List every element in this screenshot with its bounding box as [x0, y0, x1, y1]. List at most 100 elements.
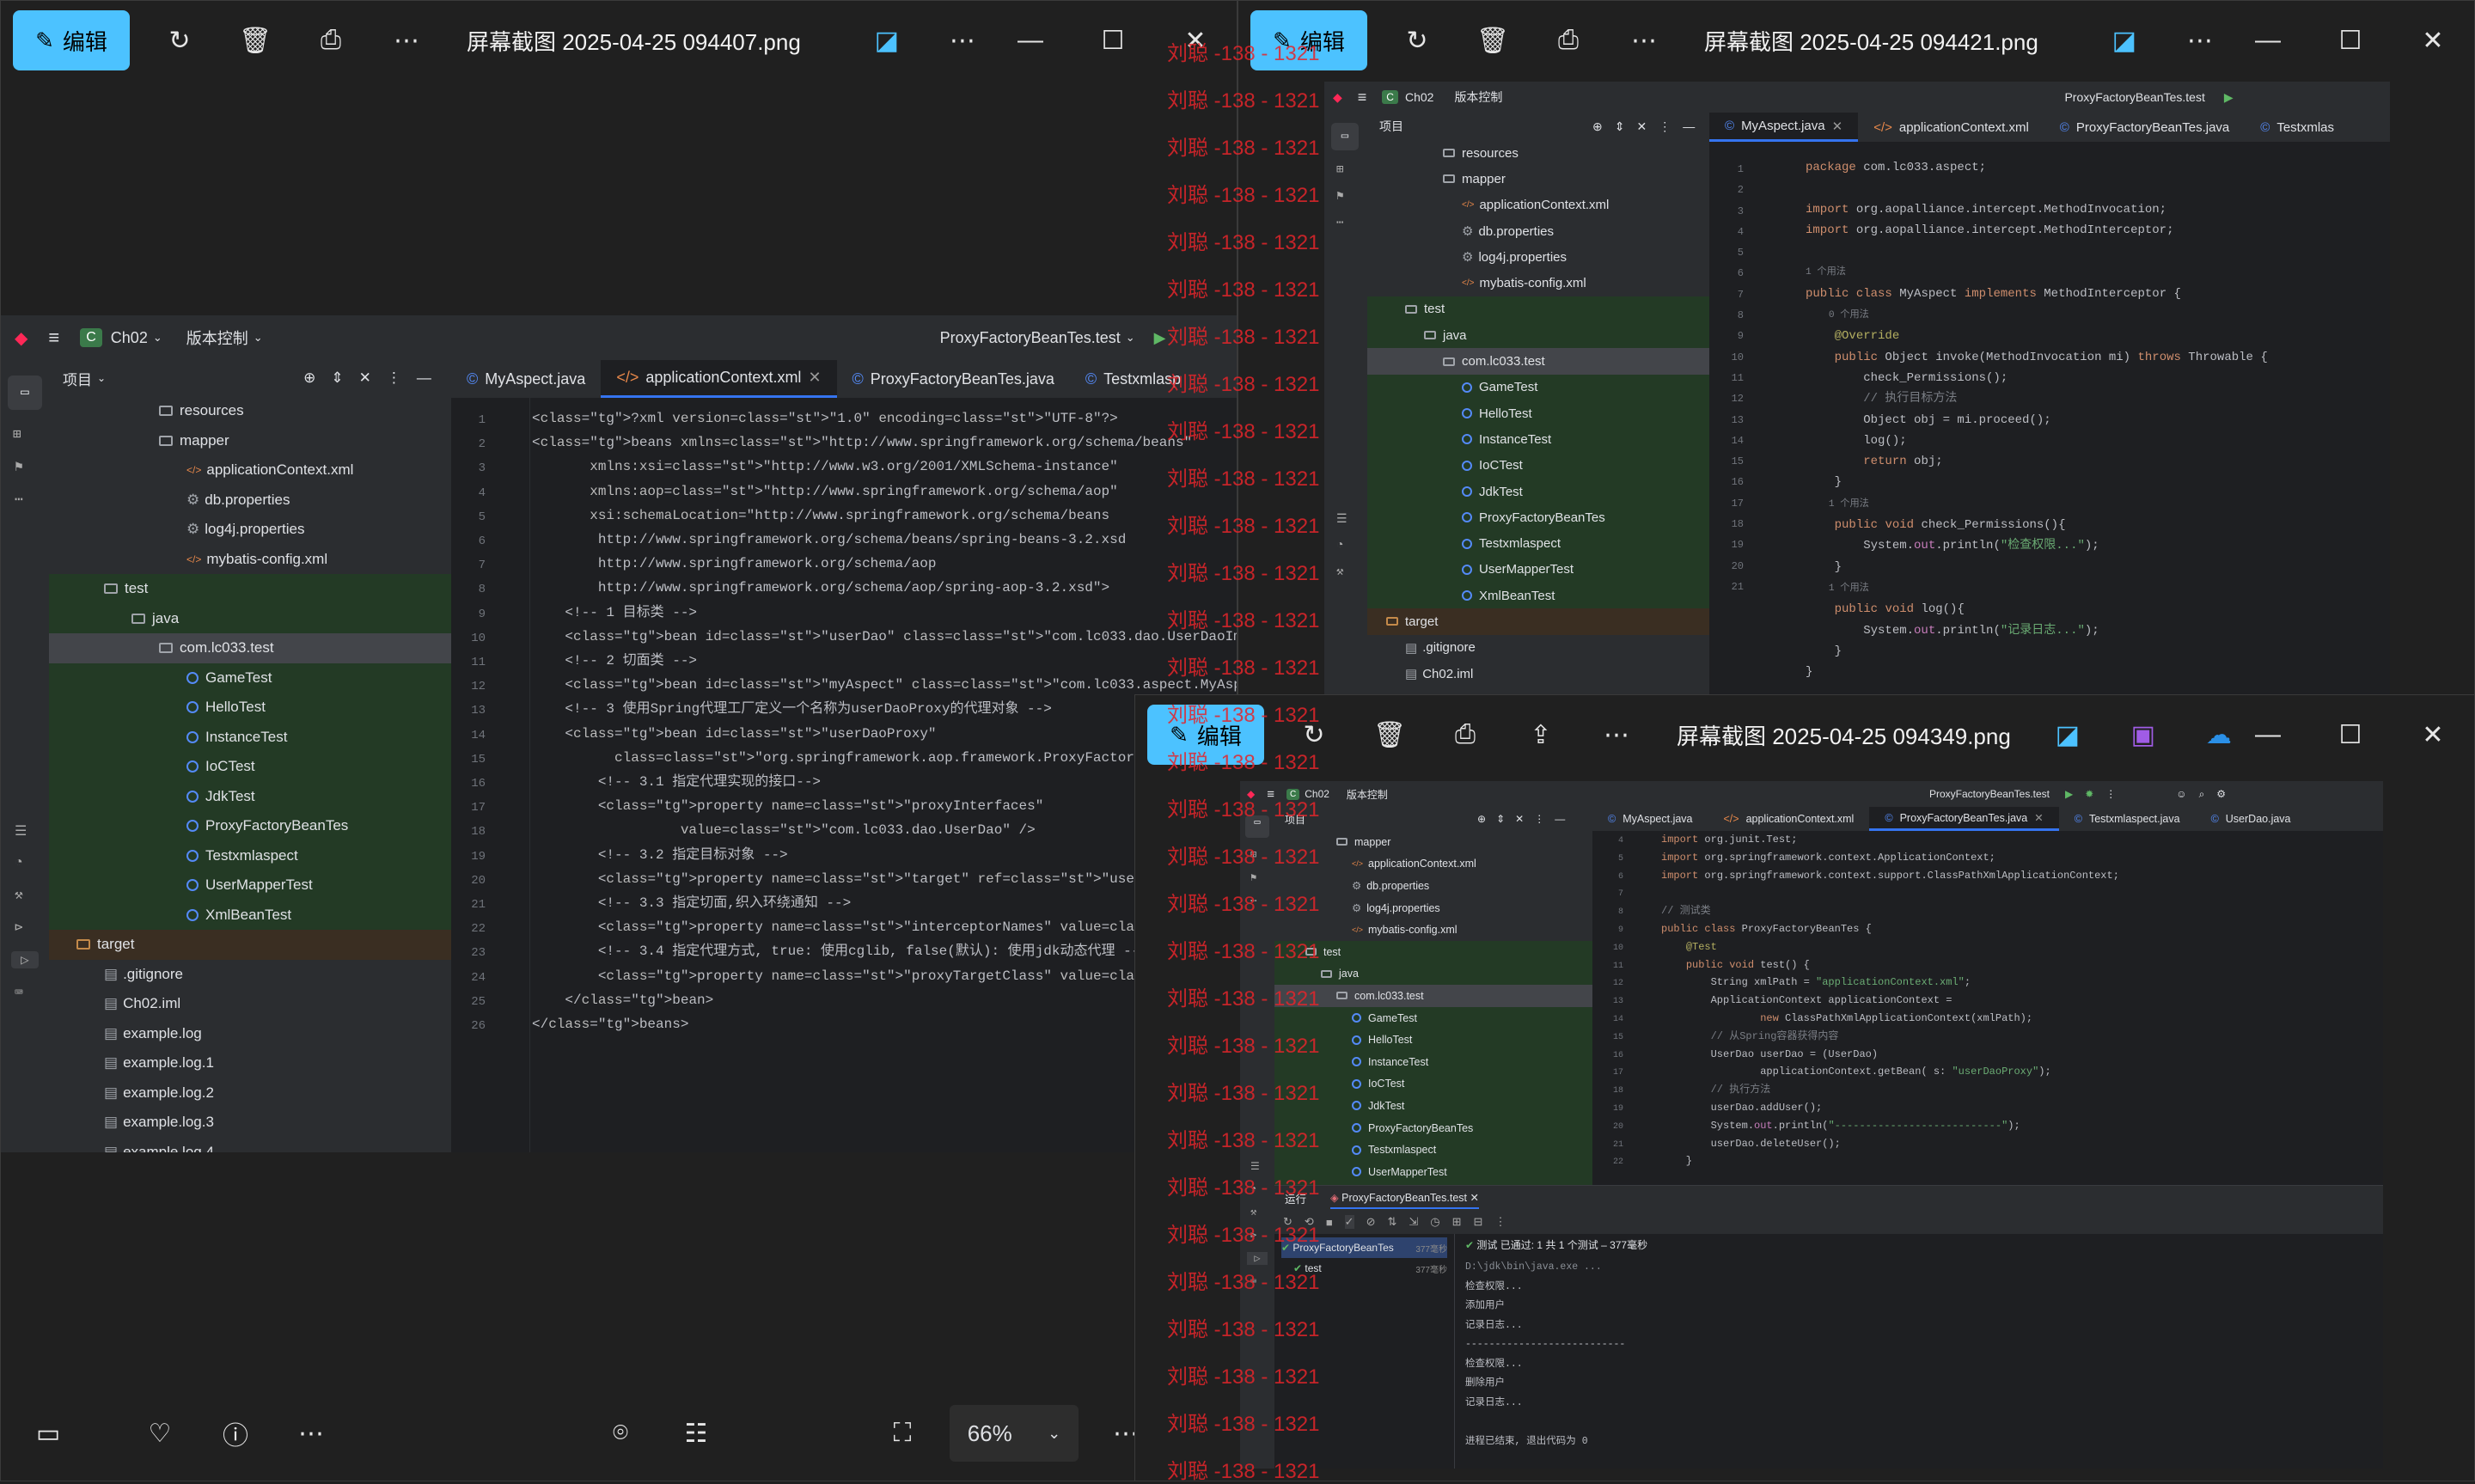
collapse-icon[interactable]: ✕ — [1515, 813, 1524, 825]
code-editor[interactable]: package com.lc033.aspect; import org.aop… — [1806, 157, 2268, 682]
tree-item-ioctest[interactable]: IoCTest — [1367, 452, 1709, 479]
gauge-icon[interactable]: ◔ — [1336, 539, 1355, 553]
tree-item-applicationcontext-xml[interactable]: </> applicationContext.xml — [1274, 853, 1592, 876]
collapse-icon[interactable]: ✕ — [359, 369, 371, 387]
locate-icon[interactable]: ⊕ — [1592, 119, 1603, 134]
close-tab-icon[interactable]: ✕ — [1832, 119, 1843, 134]
maximize-icon[interactable]: ☐ — [1072, 26, 1154, 56]
more-icon[interactable]: ⋯ — [15, 491, 35, 508]
tree-item-proxyfactorybeantes[interactable]: ProxyFactoryBeanTes — [49, 811, 451, 841]
print-icon[interactable]: ⎙ — [1543, 15, 1594, 66]
tree-item-mybatis-config-xml[interactable]: </> mybatis-config.xml — [1274, 919, 1592, 941]
tree-item--gitignore[interactable]: ▤ .gitignore — [49, 960, 451, 990]
minimize-icon[interactable]: — — [2227, 26, 2309, 55]
vcs-menu[interactable]: 版本控制 — [1454, 89, 1502, 106]
bookmark-icon[interactable]: ⚑ — [1336, 189, 1355, 204]
run-tool-icon[interactable]: ▷ — [11, 951, 39, 968]
collapse-icon[interactable]: ✕ — [1636, 119, 1647, 134]
tree-item-ioctest[interactable]: IoCTest — [1274, 1072, 1592, 1096]
designer-icon[interactable]: ◪ — [2042, 709, 2093, 760]
editor-tab[interactable]: </> applicationContext.xml ✕ — [601, 360, 837, 398]
tree-item-target[interactable]: target — [1367, 608, 1709, 635]
bookmark-icon[interactable]: ⚑ — [15, 458, 35, 475]
tree-item-jdktest[interactable]: JdkTest — [49, 781, 451, 811]
close-tab-icon[interactable]: ✕ — [808, 369, 821, 387]
tree-item-log4j-properties[interactable]: ⚙ log4j.properties — [1367, 244, 1709, 270]
locate-icon[interactable]: ⊕ — [303, 369, 315, 387]
code-editor[interactable]: import org.junit.Test; import org.springf… — [1661, 831, 2119, 1170]
tree-item-target[interactable]: target — [49, 930, 451, 960]
tree-item-resources[interactable]: resources — [49, 396, 451, 426]
tree-item-java[interactable]: java — [1274, 962, 1592, 986]
tree-item-ch02-iml[interactable]: ▤ Ch02.iml — [49, 989, 451, 1019]
search-icon[interactable]: ⌕ — [2199, 788, 2205, 801]
run-tab[interactable]: ◈ ProxyFactoryBeanTes.test ✕ — [1330, 1188, 1479, 1209]
designer-icon[interactable]: ◪ — [861, 15, 913, 66]
tree-item-applicationcontext-xml[interactable]: </> applicationContext.xml — [49, 455, 451, 486]
structure-icon[interactable]: ⊞ — [1336, 162, 1355, 177]
gauge-icon[interactable]: ◔ — [15, 855, 35, 870]
delete-icon[interactable]: 🗑 — [229, 15, 281, 66]
tree-item--gitignore[interactable]: ▤ .gitignore — [1367, 635, 1709, 661]
more-icon[interactable]: ⋯ — [1591, 709, 1642, 760]
history-icon[interactable]: ◷ — [1430, 1215, 1439, 1229]
hide-icon[interactable]: — — [1555, 813, 1565, 825]
tree-item-example-log-2[interactable]: ▤ example.log.2 — [49, 1078, 451, 1108]
console-output[interactable]: D:\jdk\bin\java.exe ... 检查权限... 添加用户 记录日志..… — [1465, 1258, 1625, 1451]
run-icon[interactable]: ▶ — [1154, 329, 1166, 347]
minimize-icon[interactable]: — — [989, 26, 1072, 55]
settings-icon[interactable]: ⚙ — [2216, 788, 2226, 800]
options-icon[interactable]: ⋮ — [1659, 119, 1671, 134]
tree-item-java[interactable]: java — [49, 603, 451, 633]
sort-icon[interactable]: ⇅ — [1387, 1215, 1396, 1229]
hide-icon[interactable]: — — [1683, 119, 1695, 133]
expand-icon[interactable]: ⇕ — [1615, 119, 1625, 134]
editor-tab[interactable]: © MyAspect.java ✕ — [1709, 113, 1859, 142]
tree-item-mapper[interactable]: mapper — [49, 426, 451, 456]
tree-item-resources[interactable]: resources — [1367, 140, 1709, 166]
options-icon[interactable]: ⋮ — [1534, 813, 1544, 825]
tree-item-test[interactable]: test — [49, 574, 451, 604]
tree-item-db-properties[interactable]: ⚙ db.properties — [49, 486, 451, 516]
import-icon[interactable]: ⇲ — [1409, 1215, 1418, 1229]
tree-item-jdktest[interactable]: JdkTest — [1367, 478, 1709, 505]
tree-item-usermappertest[interactable]: UserMapperTest — [1367, 556, 1709, 583]
tree-item-example-log[interactable]: ▤example.log — [49, 1019, 451, 1049]
account-icon[interactable]: ☺ — [2176, 788, 2186, 800]
editor-tab[interactable]: © MyAspect.java — [1592, 807, 1708, 831]
tree-item-gametest[interactable]: GameTest — [1274, 1006, 1592, 1029]
delete-icon[interactable]: 🗑 — [1364, 709, 1415, 760]
print-icon[interactable]: ⎙ — [1439, 709, 1491, 760]
maximize-icon[interactable]: ☐ — [2309, 720, 2392, 750]
project-name[interactable]: Ch02 — [1405, 90, 1433, 104]
info-icon[interactable]: ⓘ — [205, 1408, 266, 1459]
tree-item-log4j-properties[interactable]: ⚙ log4j.properties — [1274, 897, 1592, 919]
tree-item-xmlbeantest[interactable]: XmlBeanTest — [49, 900, 451, 930]
rotate-icon[interactable]: ↻ — [154, 15, 205, 66]
tree-item-jdktest[interactable]: JdkTest — [1274, 1095, 1592, 1117]
filmstrip-icon[interactable]: ▭ — [18, 1408, 78, 1459]
expand-icon[interactable]: ⇕ — [1496, 813, 1505, 825]
structure-icon[interactable]: ⊞ — [13, 425, 37, 443]
editor-tab[interactable]: © ProxyFactoryBeanTes.java — [837, 360, 1070, 398]
more-icon[interactable]: ⋮ — [1494, 1215, 1506, 1229]
project-tool-icon[interactable]: ▭ — [8, 376, 42, 410]
expand-all-icon[interactable]: ⊞ — [1452, 1215, 1462, 1229]
close-icon[interactable]: ✕ — [2392, 720, 2474, 750]
project-name[interactable]: Ch02 — [111, 329, 148, 347]
tree-item-instancetest[interactable]: InstanceTest — [1274, 1050, 1592, 1073]
services-icon[interactable]: ⊳ — [15, 919, 35, 936]
print-icon[interactable]: ⎙ — [305, 15, 357, 66]
editor-tab[interactable]: © Testxmlaspect.java — [2059, 807, 2196, 831]
more-icon[interactable]: ⋯ — [281, 1408, 341, 1459]
vcs-menu[interactable]: 版本控制 — [186, 327, 248, 349]
options-icon[interactable]: ⋮ — [387, 369, 401, 387]
tree-item-hellotest[interactable]: HelloTest — [1367, 400, 1709, 427]
stop-icon[interactable]: ■ — [1326, 1216, 1333, 1229]
visual-search-icon[interactable]: ⌾ — [590, 1408, 651, 1459]
run-icon[interactable]: ▶ — [2224, 90, 2234, 105]
collapse-all-icon[interactable]: ⊟ — [1474, 1215, 1483, 1229]
rotate-icon[interactable]: ↻ — [1391, 15, 1443, 66]
tree-item-example-log-1[interactable]: ▤ example.log.1 — [49, 1048, 451, 1078]
tree-item-usermappertest[interactable]: UserMapperTest — [49, 870, 451, 901]
